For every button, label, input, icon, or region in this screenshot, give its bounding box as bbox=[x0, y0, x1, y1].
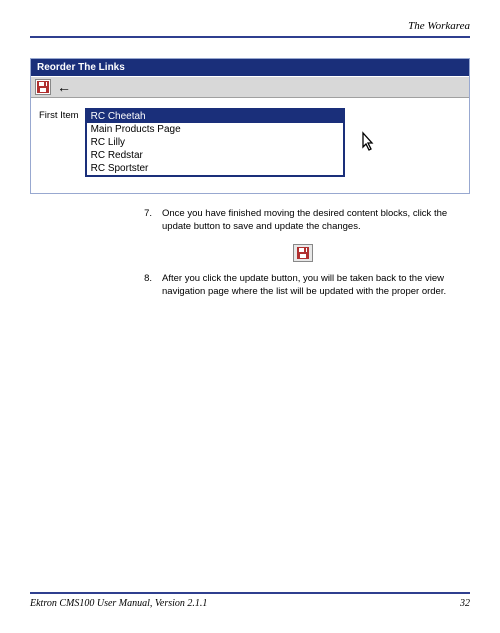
window-title: Reorder The Links bbox=[37, 62, 125, 73]
inline-update-button-row bbox=[136, 244, 470, 264]
floppy-icon bbox=[297, 247, 309, 259]
save-button[interactable] bbox=[35, 79, 51, 95]
floppy-icon bbox=[37, 81, 49, 93]
step-7: 7. Once you have finished moving the des… bbox=[136, 208, 470, 234]
figure-body: First Item RC Cheetah Main Products Page… bbox=[31, 98, 469, 193]
links-listbox[interactable]: RC Cheetah Main Products Page RC Lilly R… bbox=[85, 108, 345, 177]
step-list: 7. Once you have finished moving the des… bbox=[136, 208, 470, 299]
footer-page-number: 32 bbox=[460, 598, 470, 609]
step-text: Once you have finished moving the desire… bbox=[162, 208, 470, 234]
update-button[interactable] bbox=[293, 244, 313, 262]
page-footer: Ektron CMS100 User Manual, Version 2.1.1… bbox=[30, 592, 470, 609]
toolbar: ← bbox=[31, 76, 469, 98]
window-titlebar: Reorder The Links bbox=[31, 59, 469, 76]
list-item[interactable]: RC Sportster bbox=[87, 162, 343, 175]
list-item[interactable]: RC Cheetah bbox=[87, 110, 343, 123]
cursor-icon bbox=[357, 131, 379, 159]
step-8: 8. After you click the update button, yo… bbox=[136, 273, 470, 299]
list-item[interactable]: Main Products Page bbox=[87, 123, 343, 136]
step-number: 7. bbox=[136, 208, 152, 234]
section-title: The Workarea bbox=[408, 20, 470, 32]
first-item-label: First Item bbox=[39, 108, 79, 121]
page-header: The Workarea bbox=[30, 20, 470, 38]
list-item[interactable]: RC Lilly bbox=[87, 136, 343, 149]
step-number: 8. bbox=[136, 273, 152, 299]
list-item[interactable]: RC Redstar bbox=[87, 149, 343, 162]
reorder-links-figure: Reorder The Links ← First Item RC Cheeta… bbox=[30, 58, 470, 194]
back-button[interactable]: ← bbox=[55, 80, 73, 94]
step-text: After you click the update button, you w… bbox=[162, 273, 470, 299]
footer-left: Ektron CMS100 User Manual, Version 2.1.1 bbox=[30, 598, 207, 609]
